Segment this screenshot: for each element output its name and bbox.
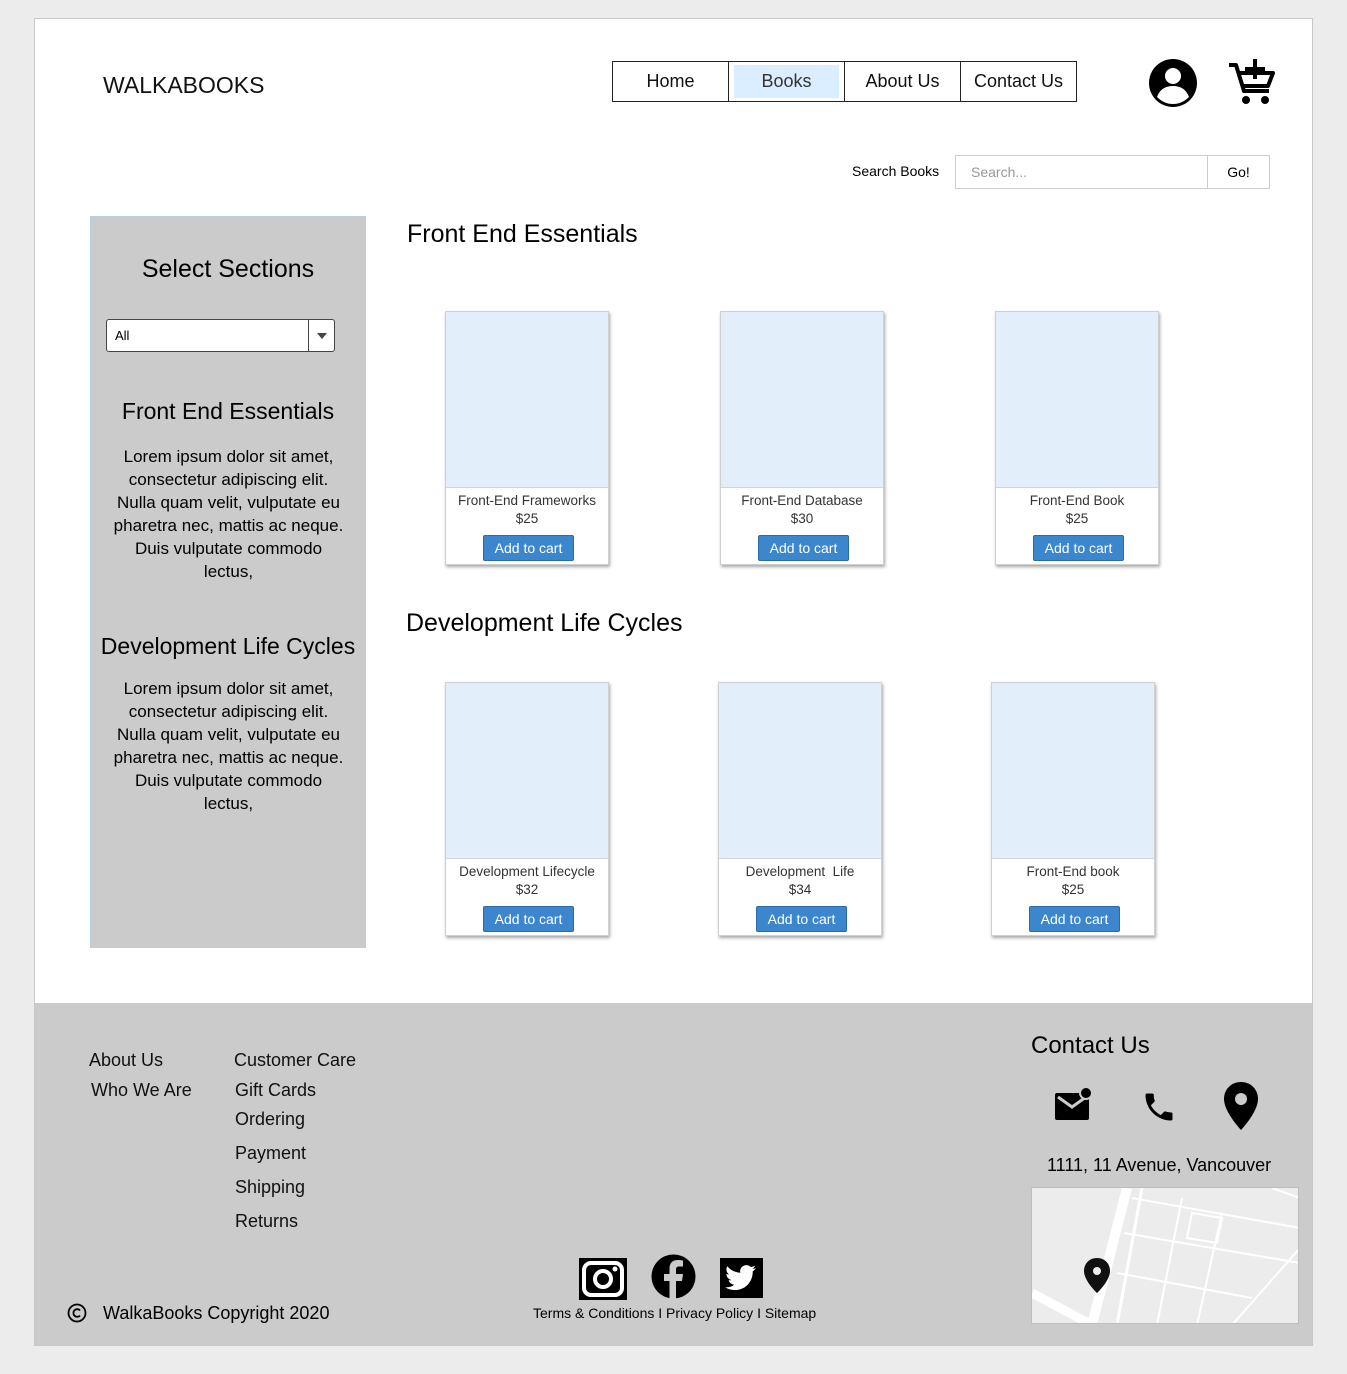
- sidebar: Select Sections All Front End Essentials…: [90, 216, 366, 948]
- user-circle-icon[interactable]: [1147, 57, 1199, 109]
- book-cover[interactable]: [721, 312, 883, 488]
- add-to-cart-button[interactable]: Add to cart: [483, 535, 574, 561]
- footer-address: 1111, 11 Avenue, Vancouver: [1047, 1155, 1272, 1175]
- copyright-icon: [67, 1303, 87, 1323]
- footer: About Us Who We Are Customer Care Gift C…: [35, 1003, 1312, 1345]
- book-card[interactable]: Development Lifecycle $32 Add to cart: [445, 682, 609, 936]
- page-frame: WALKABOOKS Home Books About Us Contact U…: [34, 18, 1313, 1346]
- cart-add-icon[interactable]: [1227, 57, 1277, 107]
- book-card[interactable]: Front-End Frameworks $25 Add to cart: [445, 311, 609, 565]
- footer-link-who-we-are[interactable]: Who We Are: [91, 1080, 192, 1101]
- map-illustration: [1032, 1188, 1298, 1323]
- footer-link-customer-care[interactable]: Customer Care: [234, 1050, 356, 1071]
- add-to-cart-button[interactable]: Add to cart: [756, 906, 847, 932]
- nav-contact-label: Contact Us: [973, 71, 1064, 91]
- nav-books[interactable]: Books: [729, 62, 845, 101]
- site-logo[interactable]: WALKABOOKS: [103, 72, 264, 99]
- nav-home-label: Home: [646, 71, 695, 91]
- book-card[interactable]: Front-End Database $30 Add to cart: [720, 311, 884, 565]
- add-to-cart-button[interactable]: Add to cart: [1029, 906, 1120, 932]
- book-price: $25: [1065, 511, 1089, 526]
- section-title-dev-life: Development Life Cycles: [406, 609, 683, 637]
- sidebar-text-front-end: Lorem ipsum dolor sit amet, consectetur …: [113, 447, 344, 581]
- section-select-value: All: [115, 328, 130, 343]
- footer-link-shipping[interactable]: Shipping: [235, 1177, 305, 1198]
- book-title: Development Lifecycle: [459, 864, 595, 879]
- book-card[interactable]: Front-End Book $25 Add to cart: [995, 311, 1159, 565]
- footer-contact-title: Contact Us: [1031, 1032, 1150, 1059]
- book-cover[interactable]: [446, 683, 608, 859]
- book-price: $25: [1061, 882, 1085, 897]
- book-price: $34: [788, 882, 812, 897]
- book-title: Development Life: [745, 864, 855, 879]
- book-cover[interactable]: [719, 683, 881, 859]
- mail-icon[interactable]: [1054, 1087, 1092, 1121]
- location-pin-icon[interactable]: [1223, 1081, 1259, 1131]
- book-title: Front-End Book: [1029, 493, 1125, 508]
- book-title: Front-End Database: [741, 493, 863, 508]
- footer-link-gift-cards[interactable]: Gift Cards: [235, 1080, 316, 1101]
- facebook-icon[interactable]: [651, 1254, 696, 1299]
- footer-link-returns[interactable]: Returns: [235, 1211, 298, 1232]
- instagram-icon[interactable]: [579, 1258, 627, 1300]
- section-select[interactable]: All: [106, 319, 335, 352]
- nav-home[interactable]: Home: [613, 62, 729, 101]
- nav-books-label: Books: [734, 65, 839, 98]
- phone-icon[interactable]: [1141, 1089, 1177, 1125]
- footer-link-ordering[interactable]: Ordering: [235, 1109, 305, 1130]
- location-map[interactable]: [1031, 1187, 1299, 1324]
- search-label: Search Books: [852, 163, 940, 179]
- section-title-front-end: Front End Essentials: [407, 220, 638, 248]
- book-card[interactable]: Development Life $34 Add to cart: [718, 682, 882, 936]
- add-to-cart-button[interactable]: Add to cart: [758, 535, 849, 561]
- sidebar-title: Select Sections: [141, 255, 315, 283]
- chevron-down-icon[interactable]: [308, 320, 334, 351]
- sidebar-heading-front-end: Front End Essentials: [121, 398, 335, 424]
- main-nav: Home Books About Us Contact Us: [612, 61, 1077, 102]
- sidebar-heading-dev-life: Development Life Cycles: [100, 633, 356, 659]
- book-price: $25: [515, 511, 539, 526]
- book-cover[interactable]: [446, 312, 608, 488]
- twitter-icon[interactable]: [720, 1258, 763, 1298]
- book-title: Front-End Frameworks: [457, 493, 597, 508]
- footer-legal-links[interactable]: Terms & Conditions I Privacy Policy I Si…: [533, 1305, 816, 1321]
- book-price: $30: [790, 511, 814, 526]
- search-go-button[interactable]: Go!: [1207, 155, 1270, 189]
- book-cover[interactable]: [996, 312, 1158, 488]
- footer-link-payment[interactable]: Payment: [235, 1143, 306, 1164]
- nav-about-us[interactable]: About Us: [845, 62, 961, 101]
- footer-copyright: WalkaBooks Copyright 2020: [103, 1303, 330, 1323]
- sidebar-text-dev-life: Lorem ipsum dolor sit amet, consectetur …: [113, 679, 344, 813]
- search-input[interactable]: [955, 155, 1208, 189]
- add-to-cart-button[interactable]: Add to cart: [483, 906, 574, 932]
- add-to-cart-button[interactable]: Add to cart: [1033, 535, 1124, 561]
- footer-link-about-us[interactable]: About Us: [89, 1050, 163, 1071]
- nav-about-label: About Us: [865, 71, 940, 91]
- book-title: Front-End book: [1026, 864, 1120, 879]
- book-cover[interactable]: [992, 683, 1154, 859]
- book-card[interactable]: Front-End book $25 Add to cart: [991, 682, 1155, 936]
- nav-contact-us[interactable]: Contact Us: [961, 62, 1076, 101]
- book-price: $32: [515, 882, 539, 897]
